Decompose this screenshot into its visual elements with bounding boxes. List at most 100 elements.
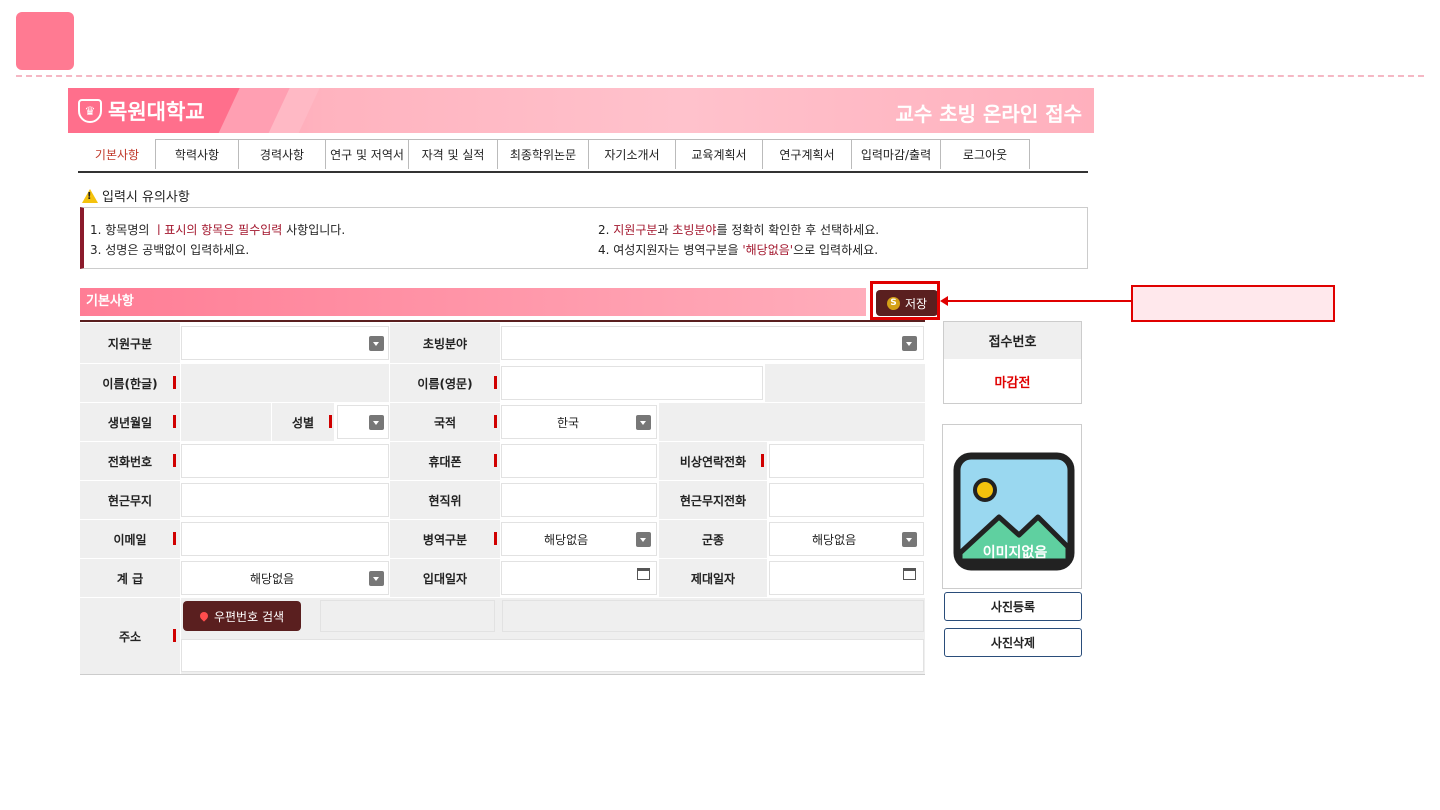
tab-9[interactable]: 연구계획서 — [762, 139, 852, 169]
calendar-icon[interactable] — [903, 568, 916, 580]
enlist-date-input[interactable] — [501, 561, 657, 595]
photo-box: 이미지없음 — [942, 424, 1082, 589]
label-mobile: 휴대폰 — [390, 442, 500, 480]
required-mark — [494, 415, 497, 428]
label-branch: 군종 — [659, 520, 767, 558]
mobile-input[interactable] — [501, 444, 657, 478]
required-mark — [173, 415, 176, 428]
required-mark — [494, 532, 497, 545]
receipt-box: 접수번호 마감전 — [943, 321, 1082, 404]
tab-4[interactable]: 연구 및 저역서 — [325, 139, 409, 169]
notice-title: ! 입력시 유의사항 — [82, 186, 190, 205]
apply-type-select[interactable] — [181, 326, 389, 360]
chevron-down-icon[interactable] — [636, 415, 651, 430]
label-military: 병역구분 — [390, 520, 500, 558]
university-name: 목원대학교 — [108, 100, 205, 124]
tab-bar: 기본사항 학력사항 경력사항 연구 및 저역서 자격 및 실적 최종학위논문 자기소개서 교육… — [78, 139, 1088, 173]
photo-delete-button[interactable]: 사진삭제 — [944, 628, 1082, 657]
label-apply-type: 지원구분 — [80, 323, 180, 363]
required-mark — [173, 454, 176, 467]
callout-arrow-line — [946, 300, 1132, 302]
callout-box — [1131, 285, 1335, 322]
branch-select[interactable]: 해당없음 — [769, 522, 924, 556]
name-en-input[interactable] — [501, 366, 763, 400]
notice-item-4: 4. 여성지원자는 병역구분을 '해당없음'으로 입력하세요. — [598, 243, 879, 257]
svg-text:이미지없음: 이미지없음 — [983, 544, 1048, 561]
chevron-down-icon[interactable] — [636, 532, 651, 547]
notice-box: 1. 항목명의 ㅣ표시의 항목은 필수입력 사항입니다. 2. 지원구분과 초빙… — [80, 207, 1088, 269]
slide-marker — [16, 12, 74, 70]
label-phone: 전화번호 — [80, 442, 180, 480]
required-mark — [329, 415, 332, 428]
form-top-border — [80, 320, 925, 322]
birth-field — [181, 403, 271, 441]
highlight-box — [870, 281, 940, 320]
chevron-down-icon[interactable] — [369, 415, 384, 430]
callout-arrow-head-icon — [940, 296, 948, 306]
label-nationality: 국적 — [390, 403, 500, 441]
tab-7[interactable]: 자기소개서 — [588, 139, 676, 169]
label-enlist-date: 입대일자 — [390, 559, 500, 597]
label-email: 이메일 — [80, 520, 180, 558]
label-rank: 계 급 — [80, 559, 180, 597]
phone-input[interactable] — [181, 444, 389, 478]
label-name-kr: 이름(한글) — [80, 364, 180, 402]
tab-2[interactable]: 학력사항 — [155, 139, 239, 169]
label-field: 초빙분야 — [390, 323, 500, 363]
chevron-down-icon[interactable] — [369, 336, 384, 351]
label-birth: 생년월일 — [80, 403, 180, 441]
discharge-date-input[interactable] — [769, 561, 924, 595]
email-input[interactable] — [181, 522, 389, 556]
field-select[interactable] — [501, 326, 924, 360]
label-discharge-date: 제대일자 — [659, 559, 767, 597]
section-header: 기본사항 — [80, 288, 866, 316]
university-emblem-icon: ♛ — [78, 99, 102, 123]
label-workplace: 현근무지 — [80, 481, 180, 519]
tab-8[interactable]: 교육계획서 — [675, 139, 763, 169]
label-emergency: 비상연락전화 — [659, 442, 767, 480]
dashed-divider — [16, 75, 1424, 77]
zip-search-label: 우편번호 검색 — [213, 609, 285, 624]
tab-1[interactable]: 기본사항 — [78, 139, 156, 169]
required-mark — [494, 454, 497, 467]
calendar-icon[interactable] — [637, 568, 650, 580]
emergency-input[interactable] — [769, 444, 924, 478]
chevron-down-icon[interactable] — [902, 336, 917, 351]
workplace-input[interactable] — [181, 483, 389, 517]
notice-item-2: 2. 지원구분과 초빙분야를 정확히 확인한 후 선택하세요. — [598, 223, 880, 237]
tab-6[interactable]: 최종학위논문 — [497, 139, 589, 169]
chevron-down-icon[interactable] — [369, 571, 384, 586]
address-detail-input[interactable] — [181, 639, 924, 672]
required-mark — [173, 532, 176, 545]
receipt-value: 마감전 — [994, 375, 1031, 391]
photo-register-button[interactable]: 사진등록 — [944, 592, 1082, 621]
notice-item-3: 3. 성명은 공백없이 입력하세요. — [90, 243, 250, 257]
no-image-icon: 이미지없음 — [953, 452, 1075, 571]
required-mark — [494, 376, 497, 389]
nationality-select[interactable]: 한국 — [501, 405, 657, 439]
university-logo[interactable]: ♛ 목원대학교 — [78, 96, 205, 126]
label-work-phone: 현근무지전화 — [659, 481, 767, 519]
work-phone-input[interactable] — [769, 483, 924, 517]
label-gender: 성별 — [272, 403, 334, 441]
military-select[interactable]: 해당없음 — [501, 522, 657, 556]
required-mark — [173, 629, 176, 642]
warning-icon: ! — [82, 188, 98, 203]
name-kr-field — [181, 364, 389, 402]
chevron-down-icon[interactable] — [902, 532, 917, 547]
header-banner: ♛ 목원대학교 교수 초빙 온라인 접수 — [68, 88, 1094, 133]
position-input[interactable] — [501, 483, 657, 517]
page-title: 교수 초빙 온라인 접수 — [895, 102, 1083, 126]
zip-search-button[interactable]: 우편번호 검색 — [183, 601, 301, 631]
label-position: 현직위 — [390, 481, 500, 519]
tab-3[interactable]: 경력사항 — [238, 139, 326, 169]
tab-10[interactable]: 입력마감/출력 — [851, 139, 941, 169]
required-mark — [173, 376, 176, 389]
tab-5[interactable]: 자격 및 실적 — [408, 139, 498, 169]
receipt-label: 접수번호 — [944, 322, 1081, 359]
tab-11[interactable]: 로그아웃 — [940, 139, 1030, 169]
label-address: 주소 — [80, 598, 180, 674]
rank-select[interactable]: 해당없음 — [181, 561, 389, 595]
location-pin-icon — [198, 610, 210, 622]
address-main-field — [502, 600, 924, 632]
